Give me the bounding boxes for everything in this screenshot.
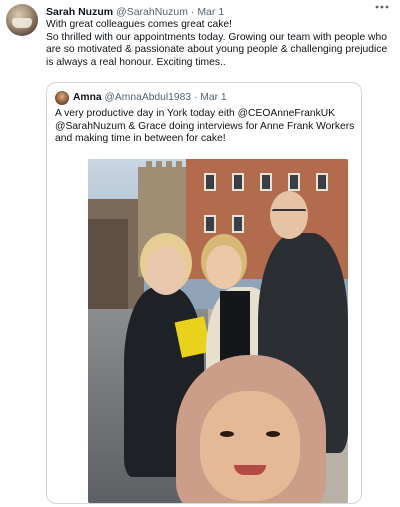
photo-smile xyxy=(234,465,266,475)
photo-eye-right xyxy=(266,431,280,437)
photo-glasses xyxy=(272,209,306,217)
quoted-author-handle[interactable]: @AmnaAbdul1983 xyxy=(104,92,191,103)
photo-person-left-head xyxy=(146,247,186,295)
author-name[interactable]: Sarah Nuzum xyxy=(46,6,113,18)
photo-window xyxy=(288,173,300,191)
quoted-tweet-text: A very productive day in York today eith… xyxy=(55,108,355,145)
header-separator: · xyxy=(190,6,195,18)
tweet-photo[interactable] xyxy=(88,159,348,503)
quoted-tweet-header: Amna @AmnaAbdul1983 · Mar 1 xyxy=(73,91,227,105)
more-horizontal-icon[interactable] xyxy=(374,2,390,16)
author-handle[interactable]: @SarahNuzum xyxy=(116,6,188,18)
tweet-header: Sarah Nuzum @SarahNuzum · Mar 1 xyxy=(46,5,224,19)
photo-window xyxy=(316,173,328,191)
tweet: Sarah Nuzum @SarahNuzum · Mar 1 With gre… xyxy=(0,0,400,507)
tweet-text-line: So thrilled with our appointments today.… xyxy=(46,31,388,68)
photo-window xyxy=(260,173,272,191)
author-avatar[interactable] xyxy=(6,4,38,36)
quoted-tweet[interactable]: Amna @AmnaAbdul1983 · Mar 1 A very produ… xyxy=(46,82,362,504)
photo-window xyxy=(232,173,244,191)
tweet-text-line: With great colleagues comes great cake! xyxy=(46,19,233,30)
photo-eye-left xyxy=(220,431,234,437)
quoted-author-name[interactable]: Amna xyxy=(73,92,102,103)
tweet-text: With great colleagues comes great cake! … xyxy=(46,19,391,69)
photo-person-middle-head xyxy=(206,245,242,289)
quoted-author-avatar[interactable] xyxy=(55,91,69,105)
photo-window xyxy=(204,215,216,233)
photo-window xyxy=(232,215,244,233)
quoted-tweet-date[interactable]: Mar 1 xyxy=(200,92,226,103)
tweet-date[interactable]: Mar 1 xyxy=(197,6,224,18)
more-dots-graphic xyxy=(375,5,389,9)
quoted-header-separator: · xyxy=(193,92,198,103)
photo-window xyxy=(204,173,216,191)
photo-selfie-face xyxy=(200,391,300,501)
